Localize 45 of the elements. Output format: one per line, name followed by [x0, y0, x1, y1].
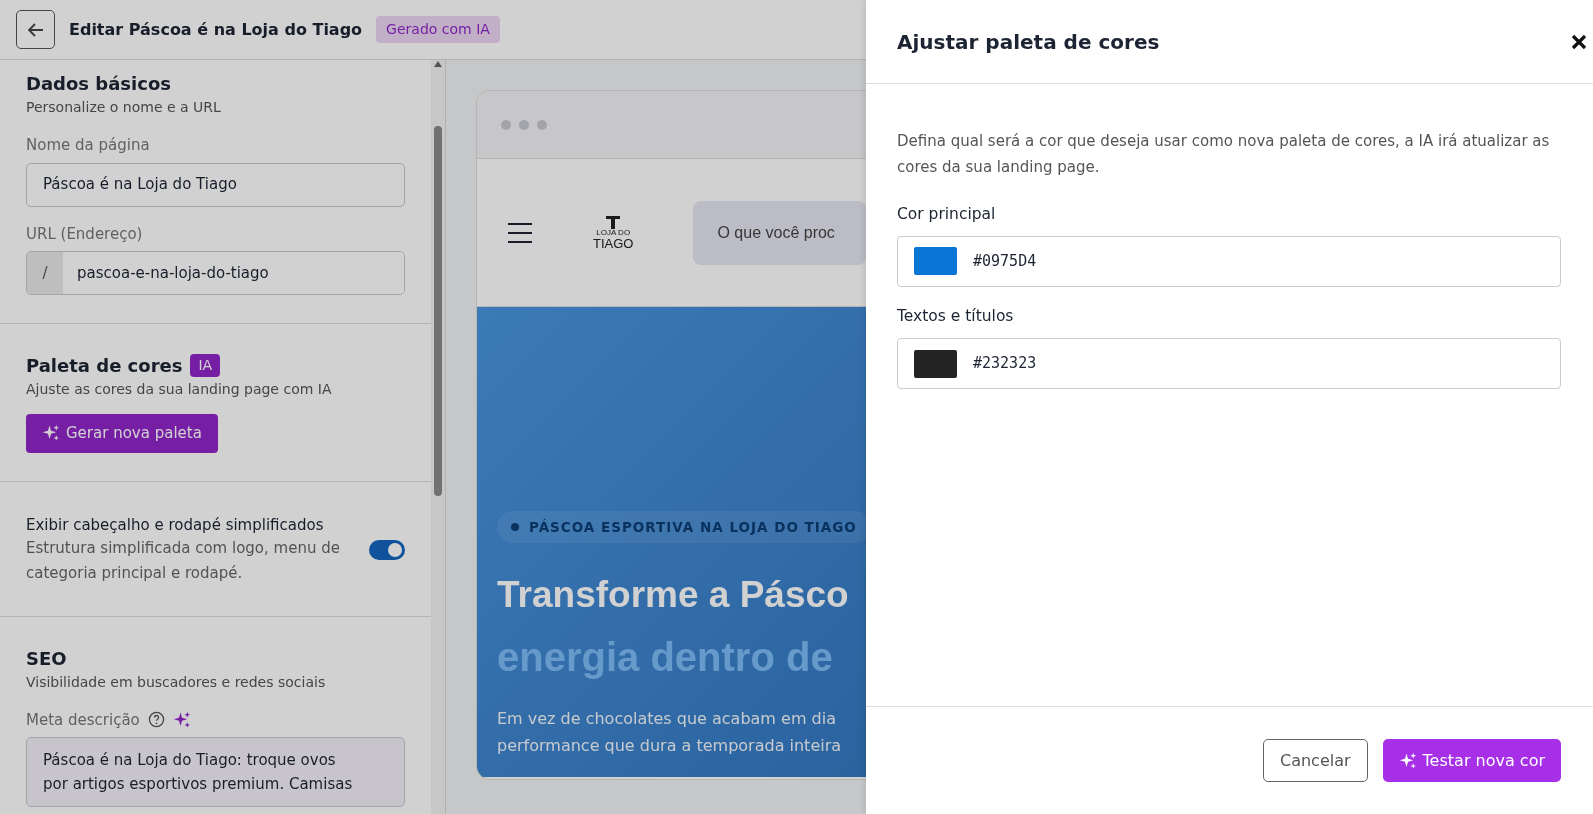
drawer-title: Ajustar paleta de cores	[897, 28, 1160, 56]
scrollbar-thumb[interactable]	[434, 126, 442, 496]
window-dots-icon	[501, 119, 547, 130]
sparkle-icon	[1398, 751, 1417, 770]
toggle-switch[interactable]	[369, 539, 405, 560]
section-subtitle: Visibilidade em buscadores e redes sociais	[26, 672, 327, 692]
section-title: Dados básicos	[26, 72, 172, 96]
field-label: Meta descrição	[26, 709, 140, 731]
menu-icon[interactable]	[507, 221, 533, 244]
cancel-button[interactable]: Cancelar	[1262, 739, 1368, 782]
hero-text: Em vez de chocolates que acabam em dia performance que dura a temporada inteira	[497, 707, 842, 757]
color-value: #0975D4	[973, 251, 1037, 272]
section-title: SEO	[26, 646, 68, 671]
hero-title: Transforme a Pásco	[497, 573, 849, 618]
section-subtitle: Personalize o nome e a URL	[26, 98, 222, 117]
sparkle-icon	[172, 710, 191, 729]
search-field[interactable]: O que você proc	[693, 200, 866, 265]
generate-palette-button[interactable]: Gerar nova paleta	[26, 414, 218, 453]
section-title: Paleta de cores	[26, 354, 183, 378]
color-field[interactable]: #0975D4	[897, 235, 1561, 287]
section-subtitle: Ajuste as cores da sua landing page com IA	[26, 380, 333, 399]
color-value: #232323	[973, 353, 1037, 375]
meta-description-field[interactable]: Páscoa é na Loja do Tiago: troque ovos por artigos esportivos premium. Camisas	[26, 737, 405, 807]
help-icon[interactable]	[147, 711, 165, 729]
color-label: Cor principal	[897, 203, 997, 225]
test-color-button[interactable]: Testar nova cor	[1382, 739, 1561, 782]
page-title: Editar Páscoa é na Loja do Tiago	[69, 18, 363, 41]
field-label: URL (Endereço)	[26, 223, 144, 245]
url-field[interactable]: / pascoa-e-na-loja-do-tiago	[26, 251, 405, 295]
option-description: Estrutura simplificada com logo, menu de categoria principal e rodapé.	[26, 538, 341, 584]
close-icon[interactable]	[1571, 33, 1587, 50]
drawer-description: Defina qual será a cor que deseja usar como nova paleta de cores, a IA irá atualizar as cores da sua landing page.	[897, 131, 1551, 179]
store-logo: LOJA DO TIAGO	[593, 215, 634, 250]
back-button[interactable]	[16, 10, 55, 49]
page-name-field[interactable]: Páscoa é na Loja do Tiago	[26, 162, 405, 207]
ai-badge: IA	[190, 354, 221, 377]
scroll-up-icon[interactable]	[433, 60, 443, 68]
color-field[interactable]: #232323	[897, 338, 1561, 389]
color-label: Textos e títulos	[897, 305, 1015, 327]
back-arrow-icon	[26, 20, 45, 39]
option-title: Exibir cabeçalho e rodapé simplificados	[26, 514, 325, 536]
sparkle-icon	[42, 424, 60, 443]
url-prefix: /	[27, 252, 63, 294]
field-label: Nome da página	[26, 135, 151, 156]
ai-badge: Gerado com IA	[376, 16, 500, 43]
